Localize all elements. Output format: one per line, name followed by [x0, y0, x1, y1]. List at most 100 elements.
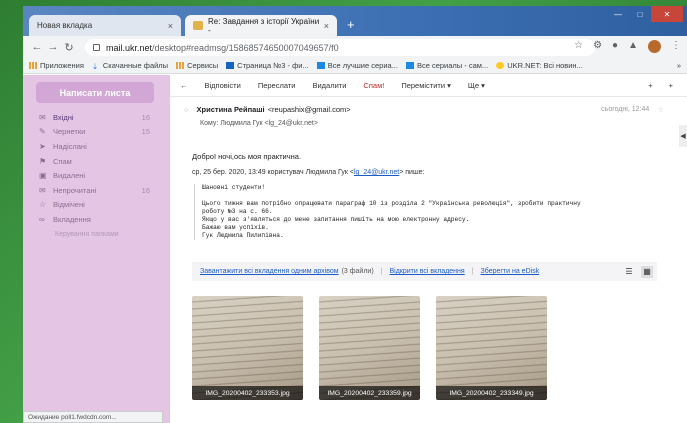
folder-starred[interactable]: ☆ Відмічені [23, 198, 170, 213]
recipient[interactable]: Людмила Гук <lg_24@ukr.net> [220, 120, 318, 127]
folder-inbox[interactable]: ✉ Вхідні 16 [23, 110, 170, 125]
bookmark-apps[interactable]: Приложения [29, 61, 84, 70]
attachment-filename: IMG_20200402_233349.jpg [436, 386, 547, 400]
tab-strip: Новая вкладка × Re: Завдання з історії У… [23, 6, 687, 36]
url-input[interactable]: mail.ukr.net /desktop#readmsg/1586857465… [85, 39, 595, 56]
save-edisk-link[interactable]: Зберегти на eDisk [481, 268, 540, 275]
url-path: /desktop#readmsg/15868574650007049657/f0 [152, 42, 339, 53]
new-tab-button[interactable]: + [347, 17, 355, 32]
message-view: ← Відповісти Переслати Видалити Спам! Пе… [170, 75, 687, 423]
unread-icon: ✉ [39, 185, 46, 195]
divider: | [471, 268, 474, 275]
message-date: сьогодні, 12:44 [601, 106, 650, 113]
folder-attachments[interactable]: ∞ Вкладення [23, 212, 170, 227]
star-icon[interactable]: ○ [184, 105, 189, 114]
folder-count: 15 [141, 127, 150, 137]
attachment-thumbnail[interactable]: IMG_20200402_233353.jpg [192, 296, 303, 400]
quoted-message: Шановні студенти! Цього тижня вам потріб… [194, 184, 659, 240]
plus-icon[interactable]: + [669, 81, 673, 90]
spam-icon: ⚑ [39, 156, 47, 166]
menu-icon[interactable]: ⋮ [671, 40, 681, 53]
reload-icon[interactable]: ↻ [61, 41, 77, 54]
quote-email-link[interactable]: lg_24@ukr.net [354, 169, 399, 176]
download-icon: ⇣ [91, 62, 99, 71]
maximize-icon[interactable]: □ [629, 6, 651, 22]
window-close-icon[interactable]: ✕ [651, 6, 683, 22]
move-button[interactable]: Перемістити ▾ [401, 81, 451, 90]
avatar[interactable] [648, 40, 661, 53]
bookmarks-more[interactable]: » [677, 61, 681, 70]
message-header: ○ Христина Рейпаші <reupashix@gmail.com>… [184, 105, 664, 127]
compose-button[interactable]: Написати листа [36, 82, 154, 103]
tab-title: Re: Завдання з історії України - [207, 16, 320, 35]
folder-drafts[interactable]: ✎ Чернетки 15 [23, 125, 170, 140]
list-view-icon[interactable]: ☰ [623, 266, 635, 278]
apps-grid-icon [176, 62, 185, 69]
browser-actions: ☆ ⚙ ● ▲ ⋮ [574, 40, 681, 53]
bookmark-ukrnet[interactable]: UKR.NET: Всі новин... [496, 61, 583, 70]
bookmark-downloads[interactable]: ⇣ Скачанные файлы [91, 61, 168, 71]
extension-icon[interactable]: ⚙ [593, 40, 602, 53]
star-icon: ☆ [39, 200, 47, 210]
lock-icon [93, 44, 100, 51]
drafts-icon: ✎ [39, 127, 46, 137]
files-count: (3 файли) [341, 268, 374, 275]
toolbar-right: + + [648, 81, 673, 90]
more-button[interactable]: Ще ▾ [468, 81, 485, 90]
forward-icon[interactable]: → [45, 41, 61, 53]
open-all-link[interactable]: Відкрити всі вкладення [389, 268, 464, 275]
back-icon[interactable]: ← [29, 41, 45, 53]
folder-count: 16 [141, 112, 150, 122]
address-bar-row: ← → ↻ mail.ukr.net /desktop#readmsg/1586… [23, 36, 687, 58]
folder-trash[interactable]: ▣ Видалені [23, 168, 170, 183]
download-all-link[interactable]: Завантажити всі вкладення одним архівом [200, 268, 339, 275]
inbox-icon: ✉ [39, 112, 46, 122]
bookmark-page3[interactable]: Страница №3 - фи... [226, 61, 309, 70]
trash-icon: ▣ [39, 171, 47, 181]
window-controls: — □ ✕ [607, 6, 683, 22]
message-greeting: Доброї ночі,ось моя практична. [192, 152, 302, 161]
close-icon[interactable]: × [324, 21, 329, 31]
flag-icon[interactable]: ☆ [657, 105, 664, 114]
back-to-list-button[interactable]: ← [180, 81, 188, 90]
browser-window: Новая вкладка × Re: Завдання з історії У… [23, 6, 687, 423]
folder-unread[interactable]: ✉ Непрочитані 16 [23, 183, 170, 198]
attachment-thumbnail[interactable]: IMG_20200402_233359.jpg [319, 296, 420, 400]
delete-button[interactable]: Видалити [312, 81, 346, 90]
apps-grid-icon [29, 62, 37, 69]
extension-icon-3[interactable]: ▲ [628, 40, 638, 53]
manage-folders-link[interactable]: Керування папками [23, 231, 170, 238]
attachment-thumbnails: IMG_20200402_233353.jpg IMG_20200402_233… [192, 296, 547, 400]
folder-spam[interactable]: ⚑ Спам [23, 154, 170, 169]
folder-list: ✉ Вхідні 16 ✎ Чернетки 15 ➤ Надіслані ⚑ … [23, 110, 170, 238]
bookmark-series-all[interactable]: Все сериалы - сам... [405, 61, 488, 70]
folder-sent[interactable]: ➤ Надіслані [23, 139, 170, 154]
bookmark-star-icon[interactable]: ☆ [574, 40, 583, 53]
tab-mail[interactable]: Re: Завдання з історії України - × [185, 15, 337, 36]
sender-email[interactable]: <reupashix@gmail.com> [268, 105, 351, 114]
minimize-icon[interactable]: — [607, 6, 629, 22]
bookmark-services[interactable]: Сервисы [176, 61, 218, 70]
tv-icon [316, 62, 325, 69]
attachment-thumbnail[interactable]: IMG_20200402_233349.jpg [436, 296, 547, 400]
url-host: mail.ukr.net [106, 42, 153, 53]
forward-button[interactable]: Переслати [258, 81, 296, 90]
side-collapse-button[interactable]: ◀ [679, 125, 687, 147]
sender-name: Христина Рейпаші [196, 105, 265, 114]
grid-view-icon[interactable]: ▦ [641, 265, 653, 278]
divider: | [380, 268, 383, 275]
to-label: Кому: [200, 120, 219, 127]
extension-icon-2[interactable]: ● [612, 40, 618, 53]
browser-status-bar: Ожидание poll1.fwdcdn.com... [23, 411, 163, 423]
reply-button[interactable]: Відповісти [205, 81, 241, 90]
close-icon[interactable]: × [168, 21, 173, 31]
plus-icon[interactable]: + [648, 81, 652, 90]
spam-button[interactable]: Спам! [363, 81, 384, 90]
film-icon [226, 62, 235, 69]
sent-icon: ➤ [39, 141, 46, 151]
tab-new[interactable]: Новая вкладка × [29, 15, 181, 36]
mail-sidebar: Написати листа ✉ Вхідні 16 ✎ Чернетки 15… [23, 75, 170, 423]
mail-favicon-icon [193, 21, 203, 30]
bookmark-series-best[interactable]: Все лучшие сериа... [316, 61, 398, 70]
attachment-icon: ∞ [39, 214, 45, 224]
